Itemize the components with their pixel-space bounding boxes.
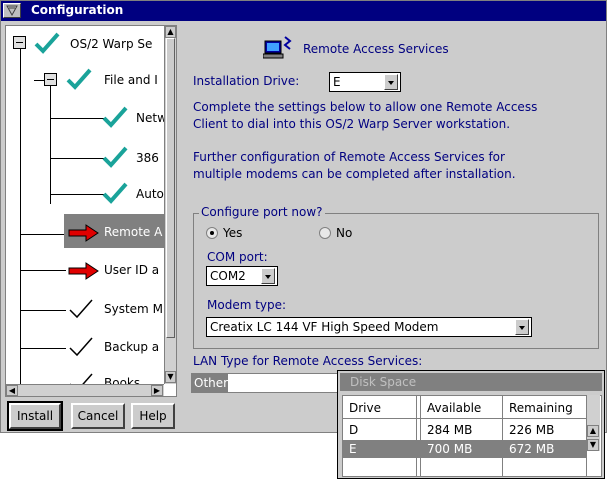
red-arrow-icon xyxy=(68,224,99,242)
tree-vertical-scrollbar[interactable]: ▲ ▼ xyxy=(164,26,176,384)
tree-connector xyxy=(50,194,104,195)
page-header: Remote Access Services xyxy=(303,42,449,56)
description-line: multiple modems can be completed after i… xyxy=(193,167,516,181)
description-line: Client to dial into this OS/2 Warp Serve… xyxy=(193,117,511,131)
outline-check-icon xyxy=(69,337,93,357)
install-button[interactable]: Install xyxy=(7,401,63,431)
tree-connector xyxy=(50,158,104,159)
description-line: Further configuration of Remote Access S… xyxy=(193,150,505,164)
installation-drive-label: Installation Drive: xyxy=(193,74,300,88)
column-header: Drive xyxy=(349,401,381,415)
cancel-button[interactable]: Cancel xyxy=(71,403,125,429)
yes-label: Yes xyxy=(223,226,243,240)
com-port-label: COM port: xyxy=(207,250,268,264)
teal-check-icon xyxy=(102,146,128,168)
configure-port-legend: Configure port now? xyxy=(199,205,325,219)
tree-scroll-thumb[interactable] xyxy=(166,38,175,338)
tree-connector xyxy=(20,234,66,235)
disk-space-window: Disk Space Drive Available Remaining D 2… xyxy=(337,370,605,479)
chevron-down-icon[interactable] xyxy=(515,319,529,335)
chevron-down-icon[interactable] xyxy=(384,74,398,90)
tree-connector xyxy=(20,310,66,311)
collapse-toggle[interactable] xyxy=(13,36,26,49)
red-arrow-icon xyxy=(68,262,99,280)
help-button[interactable]: Help xyxy=(131,403,175,429)
title-bar[interactable]: Configuration xyxy=(1,1,606,21)
disk-space-title[interactable]: Disk Space xyxy=(340,373,602,391)
scroll-down-icon[interactable]: ▼ xyxy=(587,439,599,451)
scroll-right-icon[interactable]: ▶ xyxy=(151,385,163,396)
tree-connector xyxy=(50,118,104,119)
no-radio[interactable] xyxy=(319,227,331,239)
collapse-toggle[interactable] xyxy=(44,73,57,86)
outline-check-icon xyxy=(69,299,93,319)
scroll-down-icon[interactable]: ▼ xyxy=(165,371,176,383)
window-title: Configuration xyxy=(31,3,124,17)
configuration-window: Configuration OS/2 Warp Se File and I Ne… xyxy=(0,0,607,433)
tree-connector xyxy=(20,270,66,271)
component-tree[interactable]: OS/2 Warp Se File and I Netw 386 Auto Re… xyxy=(5,25,177,397)
lan-type-field[interactable]: Other xyxy=(191,373,351,393)
header-divider xyxy=(343,418,587,419)
description-line: Complete the settings below to allow one… xyxy=(193,100,538,114)
system-menu-icon xyxy=(6,5,18,16)
disk-space-table: Drive Available Remaining D 284 MB 226 M… xyxy=(342,395,602,477)
modem-type-dropdown[interactable]: Creatix LC 144 VF High Speed Modem xyxy=(206,317,532,337)
column-header: Available xyxy=(427,401,482,415)
remote-access-icon xyxy=(263,36,292,59)
no-label: No xyxy=(336,226,353,240)
tree-connector xyxy=(34,80,44,81)
installation-drive-dropdown[interactable]: E xyxy=(329,72,401,92)
modem-type-label: Modem type: xyxy=(207,298,287,312)
tree-connector xyxy=(20,348,66,349)
scroll-up-icon[interactable]: ▲ xyxy=(165,26,176,38)
tree-horizontal-scrollbar[interactable]: ◀ ▶ xyxy=(6,384,164,396)
tree-connector xyxy=(20,48,21,396)
disk-space-scrollbar[interactable]: ▲ ▼ xyxy=(587,395,600,451)
teal-check-icon xyxy=(102,106,128,128)
system-menu-button[interactable] xyxy=(3,3,21,18)
column-header: Remaining xyxy=(509,401,573,415)
teal-check-icon xyxy=(102,182,128,204)
yes-radio[interactable] xyxy=(206,227,218,239)
scroll-up-icon[interactable]: ▲ xyxy=(587,425,599,437)
chevron-down-icon[interactable] xyxy=(261,268,275,284)
lan-type-label: LAN Type for Remote Access Services: xyxy=(193,354,423,368)
scroll-left-icon[interactable]: ◀ xyxy=(6,385,18,396)
com-port-dropdown[interactable]: COM2 xyxy=(206,266,278,286)
teal-check-icon xyxy=(34,32,60,54)
tree-connector xyxy=(50,84,51,204)
teal-check-icon xyxy=(66,68,92,90)
